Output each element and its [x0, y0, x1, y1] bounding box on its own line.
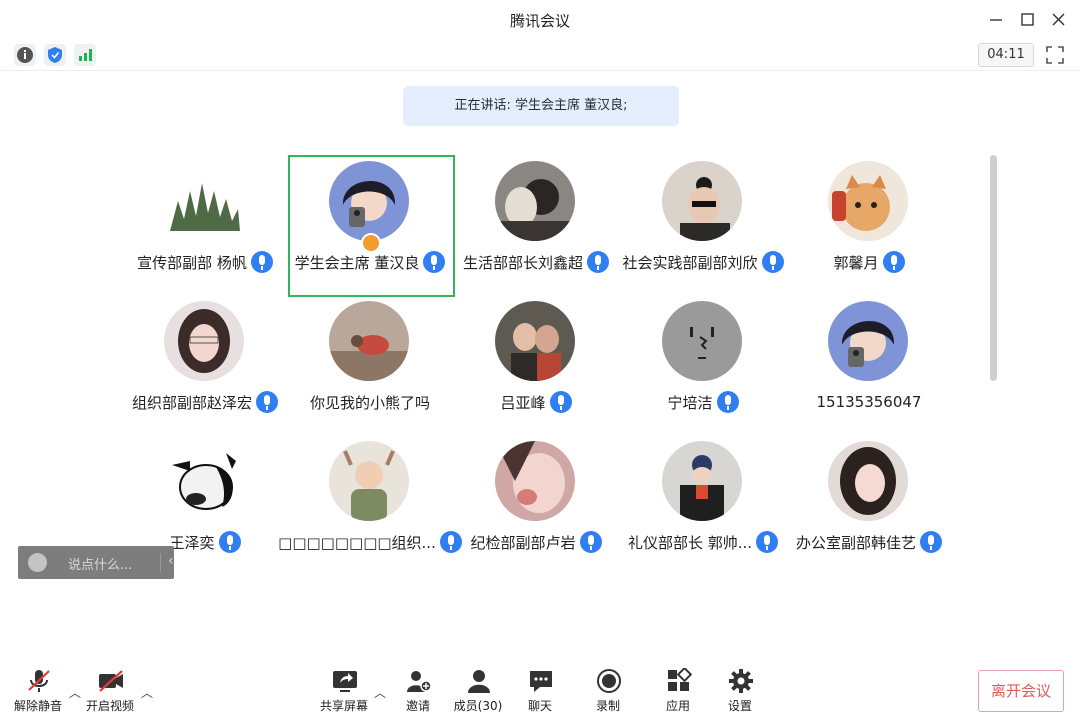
- participant-tile[interactable]: 礼仪部部长 郭帅...: [620, 435, 786, 575]
- title-bar: 腾讯会议: [0, 0, 1080, 40]
- participant-name: 纪检部副部卢岩: [470, 533, 576, 552]
- apps-icon: [666, 666, 693, 694]
- chat-placeholder: 说点什么...: [68, 558, 133, 573]
- chat-input-box[interactable]: 说点什么... ‹: [18, 546, 174, 579]
- avatar: [329, 441, 409, 521]
- apps-button[interactable]: 应用: [646, 665, 710, 717]
- microphone-icon: [218, 531, 241, 553]
- close-icon[interactable]: [1048, 10, 1070, 30]
- record-icon: [596, 668, 622, 694]
- share-screen-button[interactable]: 共享屏幕: [312, 665, 376, 717]
- avatar: [495, 441, 575, 521]
- speaking-indicator: 正在讲话: 学生会主席 董汉良;: [403, 86, 679, 126]
- participant-tile[interactable]: 生活部部长刘鑫超: [453, 155, 619, 295]
- avatar: [329, 301, 409, 381]
- emoji-icon[interactable]: [28, 553, 47, 572]
- participant-tile[interactable]: 组织部副部赵泽宏: [122, 295, 288, 435]
- chevron-up-icon[interactable]: ︿: [141, 684, 153, 701]
- participant-name: □□□□□□□□组织...: [278, 533, 436, 552]
- security-shield-icon[interactable]: [44, 44, 66, 66]
- participant-tile[interactable]: 你见我的小熊了吗: [287, 295, 453, 435]
- share-screen-icon: [332, 668, 358, 694]
- active-speaker-frame: [288, 155, 455, 297]
- microphone-icon: [587, 251, 609, 273]
- scrollbar[interactable]: [990, 155, 997, 381]
- avatar: [828, 441, 908, 521]
- unmute-button[interactable]: 解除静音: [6, 665, 70, 717]
- chat-icon: [528, 668, 554, 694]
- network-signal-icon[interactable]: [74, 44, 96, 66]
- chevron-up-icon[interactable]: ︿: [374, 684, 386, 701]
- participant-tile[interactable]: 吕亚峰: [453, 295, 619, 435]
- divider: [160, 553, 161, 572]
- microphone-muted-icon: [26, 668, 52, 694]
- participant-name: 办公室副部韩佳艺: [795, 533, 916, 552]
- avatar: [164, 441, 244, 521]
- avatar: [164, 161, 244, 241]
- participant-name: 郭馨月: [833, 253, 879, 272]
- microphone-icon: [761, 251, 784, 273]
- participant-name: 吕亚峰: [500, 393, 546, 412]
- add-user-icon: [406, 668, 432, 694]
- settings-button[interactable]: 设置: [708, 665, 772, 717]
- participant-name: 礼仪部部长 郭帅...: [627, 533, 753, 552]
- participant-tile[interactable]: 纪检部副部卢岩: [453, 435, 619, 575]
- microphone-icon: [920, 531, 942, 553]
- participant-name: 宣传部副部 杨帆: [137, 253, 247, 272]
- avatar: [495, 161, 575, 241]
- microphone-icon: [250, 251, 273, 273]
- participant-tile[interactable]: 15135356047: [786, 295, 952, 435]
- participant-tile[interactable]: 社会实践部副部刘欣: [620, 155, 786, 295]
- collapse-icon[interactable]: ‹: [168, 553, 174, 569]
- participant-name: 社会实践部副部刘欣: [622, 253, 758, 272]
- microphone-icon: [579, 531, 602, 553]
- participant-tile[interactable]: 办公室副部韩佳艺: [786, 435, 952, 575]
- avatar: [662, 161, 742, 241]
- participant-tile[interactable]: □□□□□□□□组织...: [278, 435, 462, 575]
- info-icon[interactable]: [14, 44, 36, 66]
- chat-button[interactable]: 聊天: [508, 665, 572, 717]
- participant-tile[interactable]: 宁培洁: [620, 295, 786, 435]
- gear-icon: [728, 668, 754, 694]
- leave-meeting-button[interactable]: 离开会议: [978, 670, 1064, 712]
- avatar: [828, 161, 908, 241]
- avatar: [662, 441, 742, 521]
- microphone-icon: [549, 391, 572, 413]
- meeting-timer: 04:11: [978, 43, 1034, 67]
- fullscreen-icon[interactable]: [1044, 44, 1066, 66]
- window-title: 腾讯会议: [509, 12, 570, 30]
- minimize-icon[interactable]: [985, 10, 1007, 30]
- maximize-icon[interactable]: [1016, 10, 1038, 30]
- participant-name: 生活部部长刘鑫超: [462, 253, 583, 272]
- avatar: [495, 301, 575, 381]
- avatar: [662, 301, 742, 381]
- meeting-info-bar: [0, 40, 1080, 71]
- host-badge-icon: [361, 233, 381, 253]
- avatar: [828, 301, 908, 381]
- participant-name: 宁培洁: [667, 393, 713, 412]
- avatar: [164, 301, 244, 381]
- microphone-icon: [716, 391, 739, 413]
- participant-tile[interactable]: 宣传部副部 杨帆: [122, 155, 288, 295]
- video-off-icon: [98, 668, 124, 694]
- members-icon: [466, 668, 492, 694]
- participant-name: 王泽奕: [169, 533, 215, 552]
- participant-tile[interactable]: 郭馨月: [786, 155, 952, 295]
- start-video-button[interactable]: 开启视频: [78, 665, 142, 717]
- participant-name: 组织部副部赵泽宏: [131, 393, 252, 412]
- record-button[interactable]: 录制: [576, 665, 640, 717]
- members-button[interactable]: 成员(30): [446, 665, 510, 717]
- participant-name: 15135356047: [816, 393, 922, 411]
- microphone-icon: [256, 391, 278, 413]
- microphone-icon: [882, 251, 905, 273]
- participant-name: 你见我的小熊了吗: [309, 393, 430, 412]
- microphone-icon: [756, 531, 779, 553]
- invite-button[interactable]: 邀请: [386, 665, 450, 717]
